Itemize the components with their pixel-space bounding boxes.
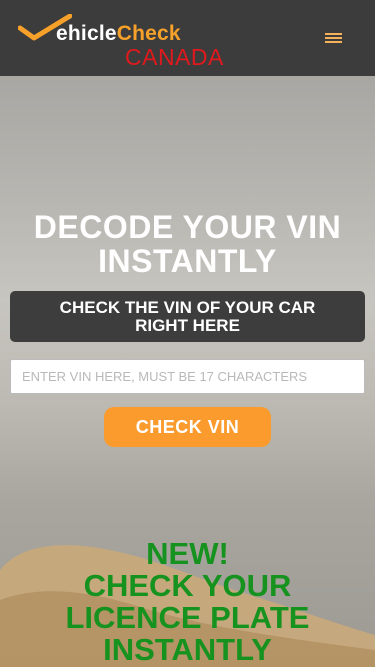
hamburger-menu-icon-bar: [325, 41, 342, 43]
logo-country: CANADA: [125, 44, 224, 70]
vin-input[interactable]: [10, 359, 365, 394]
hamburger-menu-button[interactable]: [319, 28, 349, 48]
promo-line-4: INSTANTLY: [103, 632, 272, 667]
promo-line-3: LICENCE PLATE: [65, 600, 310, 635]
hamburger-menu-icon-bar: [325, 33, 342, 35]
subtitle-line-2: RIGHT HERE: [135, 316, 240, 335]
promo-line-1: NEW!: [146, 536, 229, 571]
logo-word-vehicle: ehicle: [56, 22, 117, 45]
hero-title-line-1: DECODE YOUR VIN: [33, 209, 342, 245]
vehiclecheck-logo[interactable]: ehicleCheck CANADA: [18, 10, 258, 70]
hero-title: DECODE YOUR VIN INSTANTLY: [0, 210, 375, 278]
hamburger-menu-icon-bar: [325, 37, 342, 39]
check-vin-button[interactable]: CHECK VIN: [104, 407, 271, 447]
logo-wordmark: ehicleCheck: [56, 22, 181, 46]
site-header: ehicleCheck CANADA: [0, 0, 375, 76]
vin-subtitle-banner: CHECK THE VIN OF YOUR CAR RIGHT HERE: [10, 291, 365, 342]
hero-title-line-2: INSTANTLY: [98, 243, 277, 279]
subtitle-line-1: CHECK THE VIN OF YOUR CAR: [59, 298, 316, 317]
logo-word-check: Check: [116, 22, 181, 45]
promo-line-2: CHECK YOUR: [83, 568, 292, 603]
licence-plate-promo: NEW! CHECK YOUR LICENCE PLATE INSTANTLY: [0, 538, 375, 666]
